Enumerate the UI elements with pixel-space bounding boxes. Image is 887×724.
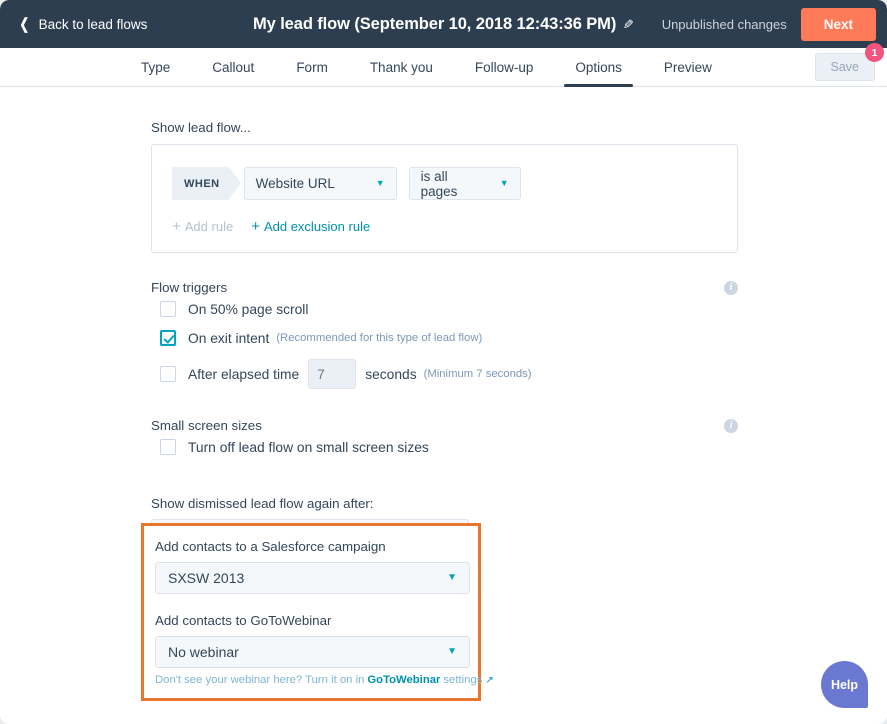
footnote-prefix: Don't see your webinar here? Turn it on …	[155, 674, 364, 686]
gotowebinar-select[interactable]: No webinar ▼	[155, 636, 470, 668]
trigger-page-scroll-checkbox[interactable]	[160, 301, 176, 317]
chevron-down-icon: ▼	[484, 179, 509, 188]
add-exclusion-rule-link[interactable]: + Add exclusion rule	[251, 219, 370, 234]
trigger-page-scroll-label: On 50% page scroll	[188, 302, 308, 317]
elapsed-seconds-hint: (Minimum 7 seconds)	[424, 368, 532, 380]
tab-callout[interactable]: Callout	[191, 48, 275, 86]
trigger-exit-intent-label: On exit intent	[188, 331, 269, 346]
trigger-elapsed-time-checkbox[interactable]	[160, 366, 176, 382]
gotowebinar-value: No webinar	[168, 644, 239, 660]
integrations-highlight-box: Add contacts to a Salesforce campaign SX…	[141, 523, 481, 701]
plus-icon: +	[251, 219, 260, 234]
tab-bar: Type Callout Form Thank you Follow-up Op…	[0, 48, 887, 87]
tab-type[interactable]: Type	[120, 48, 191, 86]
salesforce-campaign-value: SXSW 2013	[168, 570, 244, 586]
condition-select-value: is all pages	[421, 169, 484, 199]
add-rule-link[interactable]: + Add rule	[172, 219, 233, 234]
condition-select[interactable]: is all pages ▼	[409, 167, 521, 200]
chevron-down-icon: ▼	[447, 647, 457, 657]
elapsed-seconds-input[interactable]	[308, 359, 356, 389]
flow-triggers-header: Flow triggers i	[151, 280, 738, 295]
chevron-down-icon: ▼	[360, 179, 385, 188]
salesforce-campaign-label: Add contacts to a Salesforce campaign	[155, 539, 466, 554]
show-lead-flow-rule-card: WHEN Website URL ▼ is all pages ▼ + Add …	[151, 144, 738, 253]
app-window: ❮ Back to lead flows My lead flow (Septe…	[0, 0, 887, 724]
tab-form[interactable]: Form	[275, 48, 349, 86]
trigger-elapsed-time-row[interactable]: After elapsed time seconds (Minimum 7 se…	[160, 359, 887, 389]
external-link-icon: ↗	[485, 675, 493, 686]
small-screen-checkbox-label: Turn off lead flow on small screen sizes	[188, 440, 429, 455]
help-button[interactable]: Help	[821, 661, 868, 708]
next-button[interactable]: Next	[801, 8, 876, 41]
small-screen-header: Small screen sizes i	[151, 418, 738, 433]
top-header-bar: ❮ Back to lead flows My lead flow (Septe…	[0, 0, 887, 48]
save-button-wrapper: Save 1	[815, 53, 876, 81]
footnote-suffix: settings	[443, 674, 482, 686]
dismissed-label: Show dismissed lead flow again after:	[151, 496, 887, 511]
header-actions: Unpublished changes Next	[662, 8, 887, 41]
elapsed-seconds-unit: seconds	[365, 367, 416, 382]
flow-triggers-label: Flow triggers	[151, 280, 227, 295]
trigger-elapsed-time-label: After elapsed time	[188, 367, 299, 382]
show-lead-flow-label: Show lead flow...	[151, 120, 887, 135]
small-screen-checkbox[interactable]	[160, 439, 176, 455]
trigger-exit-intent-checkbox[interactable]	[160, 330, 176, 346]
when-badge: WHEN	[172, 167, 229, 200]
trigger-exit-intent-row[interactable]: On exit intent (Recommended for this typ…	[160, 330, 887, 346]
trigger-exit-intent-hint: (Recommended for this type of lead flow)	[276, 332, 482, 344]
add-exclusion-rule-label: Add exclusion rule	[264, 219, 370, 234]
gotowebinar-footnote: Don't see your webinar here? Turn it on …	[155, 674, 466, 686]
small-screen-row[interactable]: Turn off lead flow on small screen sizes	[160, 439, 887, 455]
back-link-label: Back to lead flows	[39, 17, 148, 32]
property-select[interactable]: Website URL ▼	[244, 167, 397, 200]
save-badge: 1	[865, 43, 884, 62]
rule-row: WHEN Website URL ▼ is all pages ▼	[172, 167, 717, 200]
tab-options[interactable]: Options	[554, 48, 643, 86]
tab-thank-you[interactable]: Thank you	[349, 48, 454, 86]
info-icon[interactable]: i	[724, 281, 738, 295]
property-select-value: Website URL	[256, 176, 335, 191]
gotowebinar-label: Add contacts to GoToWebinar	[155, 613, 466, 628]
page-title-text: My lead flow (September 10, 2018 12:43:3…	[253, 15, 616, 33]
pencil-icon[interactable]: ✎	[623, 17, 634, 33]
add-rule-label: Add rule	[185, 219, 233, 234]
rule-links: + Add rule + Add exclusion rule	[172, 219, 717, 234]
gotowebinar-settings-link[interactable]: GoToWebinar	[367, 674, 440, 686]
unpublished-status: Unpublished changes	[662, 17, 787, 32]
chevron-down-icon: ▼	[447, 573, 457, 583]
plus-icon: +	[172, 219, 181, 234]
chevron-left-icon: ❮	[19, 17, 29, 32]
small-screen-label: Small screen sizes	[151, 418, 262, 433]
salesforce-campaign-select[interactable]: SXSW 2013 ▼	[155, 562, 470, 594]
info-icon[interactable]: i	[724, 419, 738, 433]
tab-follow-up[interactable]: Follow-up	[454, 48, 555, 86]
tab-preview[interactable]: Preview	[643, 48, 733, 86]
back-to-lead-flows-link[interactable]: ❮ Back to lead flows	[18, 17, 147, 32]
trigger-page-scroll-row[interactable]: On 50% page scroll	[160, 301, 887, 317]
